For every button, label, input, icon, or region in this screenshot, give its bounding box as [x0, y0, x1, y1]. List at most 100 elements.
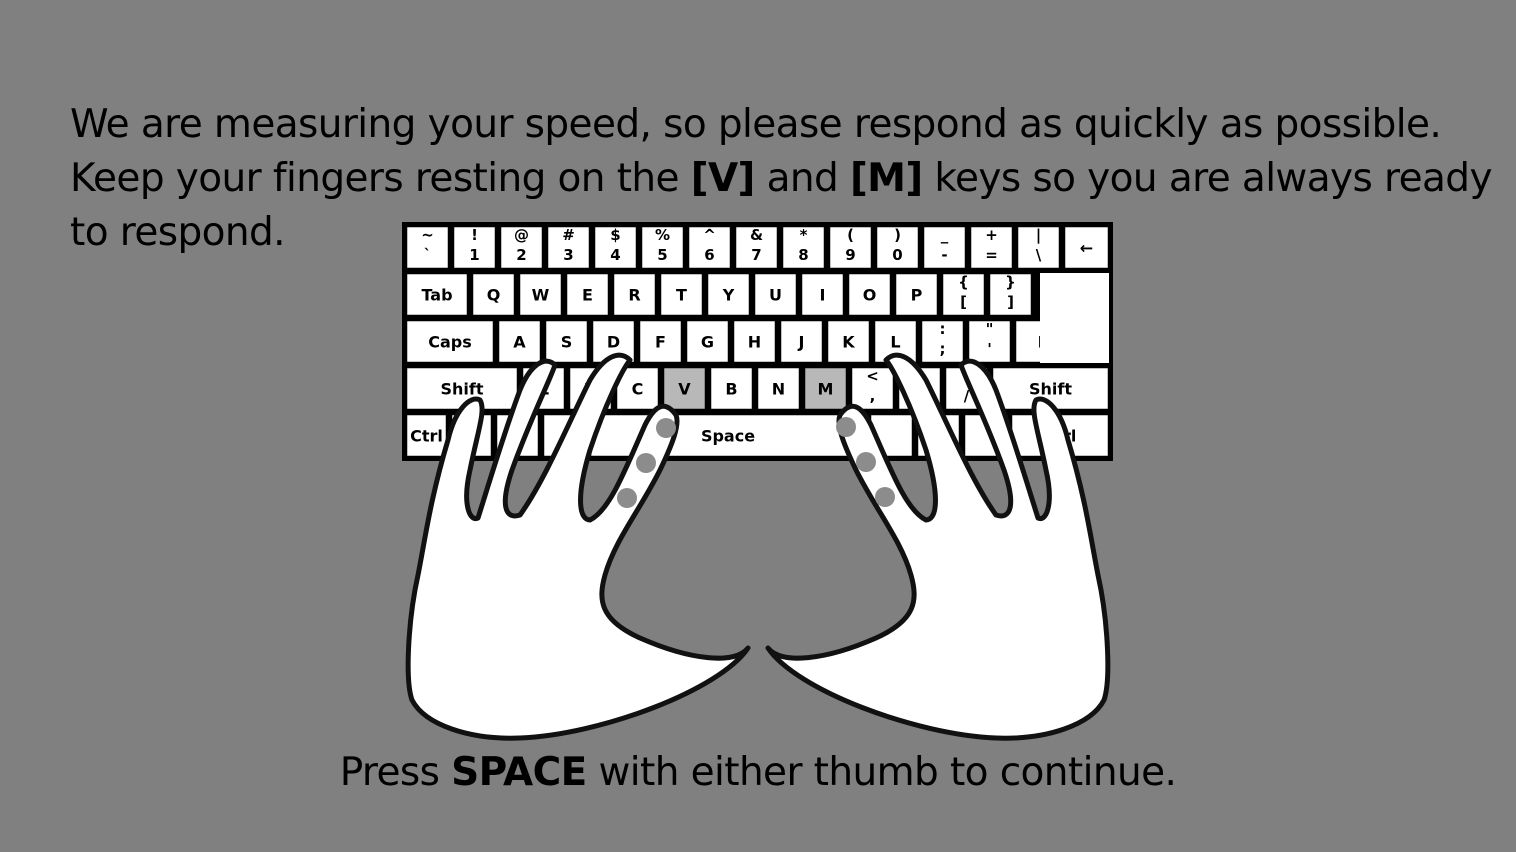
key-p: P	[893, 271, 940, 318]
key-row1-11-label: -	[941, 246, 947, 264]
key-c-label: C	[632, 380, 644, 399]
key-row1-9: (9	[827, 224, 874, 271]
key-punct4-0: <,	[849, 365, 896, 412]
continue-prompt-end: with either thumb to continue.	[586, 750, 1177, 795]
key-row1-2-label: 2	[516, 246, 526, 264]
key-bracket-0-label: [	[960, 293, 967, 311]
key-row1-11-label: _	[941, 226, 949, 244]
key-q: Q	[470, 271, 517, 318]
key-y: Y	[705, 271, 752, 318]
key-caps-label: Caps	[428, 333, 472, 352]
key-tab: Tab	[404, 271, 470, 318]
key-ctrl-left: Ctrl	[404, 412, 449, 459]
key-e-label: E	[582, 286, 593, 305]
key-d-label: D	[607, 333, 620, 352]
key-bracket-1: }]	[987, 271, 1034, 318]
key-row1-10: )0	[874, 224, 921, 271]
key-g: G	[684, 318, 731, 365]
key-row1-0-label: `	[424, 246, 432, 264]
key-e: E	[564, 271, 611, 318]
key-b: B	[708, 365, 755, 412]
key-m-label: M	[818, 380, 834, 399]
key-f: F	[637, 318, 684, 365]
key-m: M	[802, 365, 849, 412]
left-index-joint-dot	[617, 488, 637, 508]
key-punct-0-label: ;	[940, 340, 946, 358]
key-row1-10-label: )	[894, 226, 901, 244]
key-row1-7: &7	[733, 224, 780, 271]
key-row1-9-label: (	[847, 226, 854, 244]
key-w-label: W	[532, 286, 550, 305]
key-row1-12-label: =	[985, 246, 998, 264]
key-row1-1: !1	[451, 224, 498, 271]
key-v: V	[661, 365, 708, 412]
key-row1-0: ~`	[404, 224, 451, 271]
key-row1-13-label: \	[1036, 246, 1042, 264]
left-index-joint-dot	[656, 418, 676, 438]
key-k: K	[825, 318, 872, 365]
key-o: O	[846, 271, 893, 318]
right-index-joint-dot	[875, 487, 895, 507]
key-t-label: T	[676, 286, 687, 305]
key-punct-0-label: :	[940, 320, 946, 338]
key-n: N	[755, 365, 802, 412]
key-row1-8-label: 8	[798, 246, 808, 264]
key-row1-11: _-	[921, 224, 968, 271]
key-punct-0: :;	[919, 318, 966, 365]
key-bracket-1-label: ]	[1007, 293, 1014, 311]
key-shift-left-label: Shift	[440, 380, 483, 399]
key-row1-2-label: @	[514, 226, 529, 244]
key-row1-5-label: %	[655, 226, 670, 244]
key-g-label: G	[701, 333, 714, 352]
key-bracket-0: {[	[940, 271, 987, 318]
key-u-label: U	[769, 286, 782, 305]
key-s: S	[543, 318, 590, 365]
key-n-label: N	[772, 380, 785, 399]
key-row1-0-label: ~	[421, 226, 434, 244]
key-row1-9-label: 9	[845, 246, 855, 264]
key-k-label: K	[842, 333, 855, 352]
left-index-joint-dot	[636, 453, 656, 473]
key-shift-right-label: Shift	[1029, 380, 1072, 399]
key-r-label: R	[628, 286, 640, 305]
key-row1-5: %5	[639, 224, 686, 271]
key-row1-7-label: &	[750, 226, 763, 244]
key-y-label: Y	[722, 286, 735, 305]
key-row1-13: |\	[1015, 224, 1062, 271]
right-index-joint-dot	[856, 452, 876, 472]
key-j-label: J	[798, 333, 805, 352]
key-row1-1-label: 1	[469, 246, 479, 264]
key-punct-1-label: '	[987, 340, 992, 358]
key-row1-6: ^6	[686, 224, 733, 271]
key-o-label: O	[863, 286, 877, 305]
key-row1-8-label: *	[800, 226, 808, 244]
key-f-label: F	[655, 333, 666, 352]
key-tab-label: Tab	[421, 286, 452, 305]
key-row1-2: @2	[498, 224, 545, 271]
key-space-label: Space	[701, 427, 755, 446]
key-row1-8: *8	[780, 224, 827, 271]
key-row1-3-label: 3	[563, 246, 573, 264]
key-p-label: P	[911, 286, 923, 305]
key-row1-3-label: #	[562, 226, 575, 244]
key-row1-12: +=	[968, 224, 1015, 271]
key-caps: Caps	[404, 318, 496, 365]
key-backspace-label: ←	[1080, 239, 1093, 258]
key-row1-4: $4	[592, 224, 639, 271]
key-h: H	[731, 318, 778, 365]
key-punct-1-label: "	[986, 320, 994, 338]
key-row1-13-label: |	[1036, 226, 1041, 245]
key-w: W	[517, 271, 564, 318]
key-punct4-0-label: ,	[870, 387, 876, 405]
right-index-joint-dot	[836, 417, 856, 437]
key-row1-6-label: 6	[704, 246, 714, 264]
key-punct4-0-label: <	[866, 367, 879, 385]
key-r: R	[611, 271, 658, 318]
key-b-label: B	[725, 380, 737, 399]
key-i: I	[799, 271, 846, 318]
key-ctrl-left-label: Ctrl	[410, 427, 443, 446]
key-row1-12-label: +	[985, 226, 998, 244]
key-row1-4-label: $	[610, 226, 620, 244]
key-t: T	[658, 271, 705, 318]
key-backspace: ←	[1062, 224, 1111, 271]
